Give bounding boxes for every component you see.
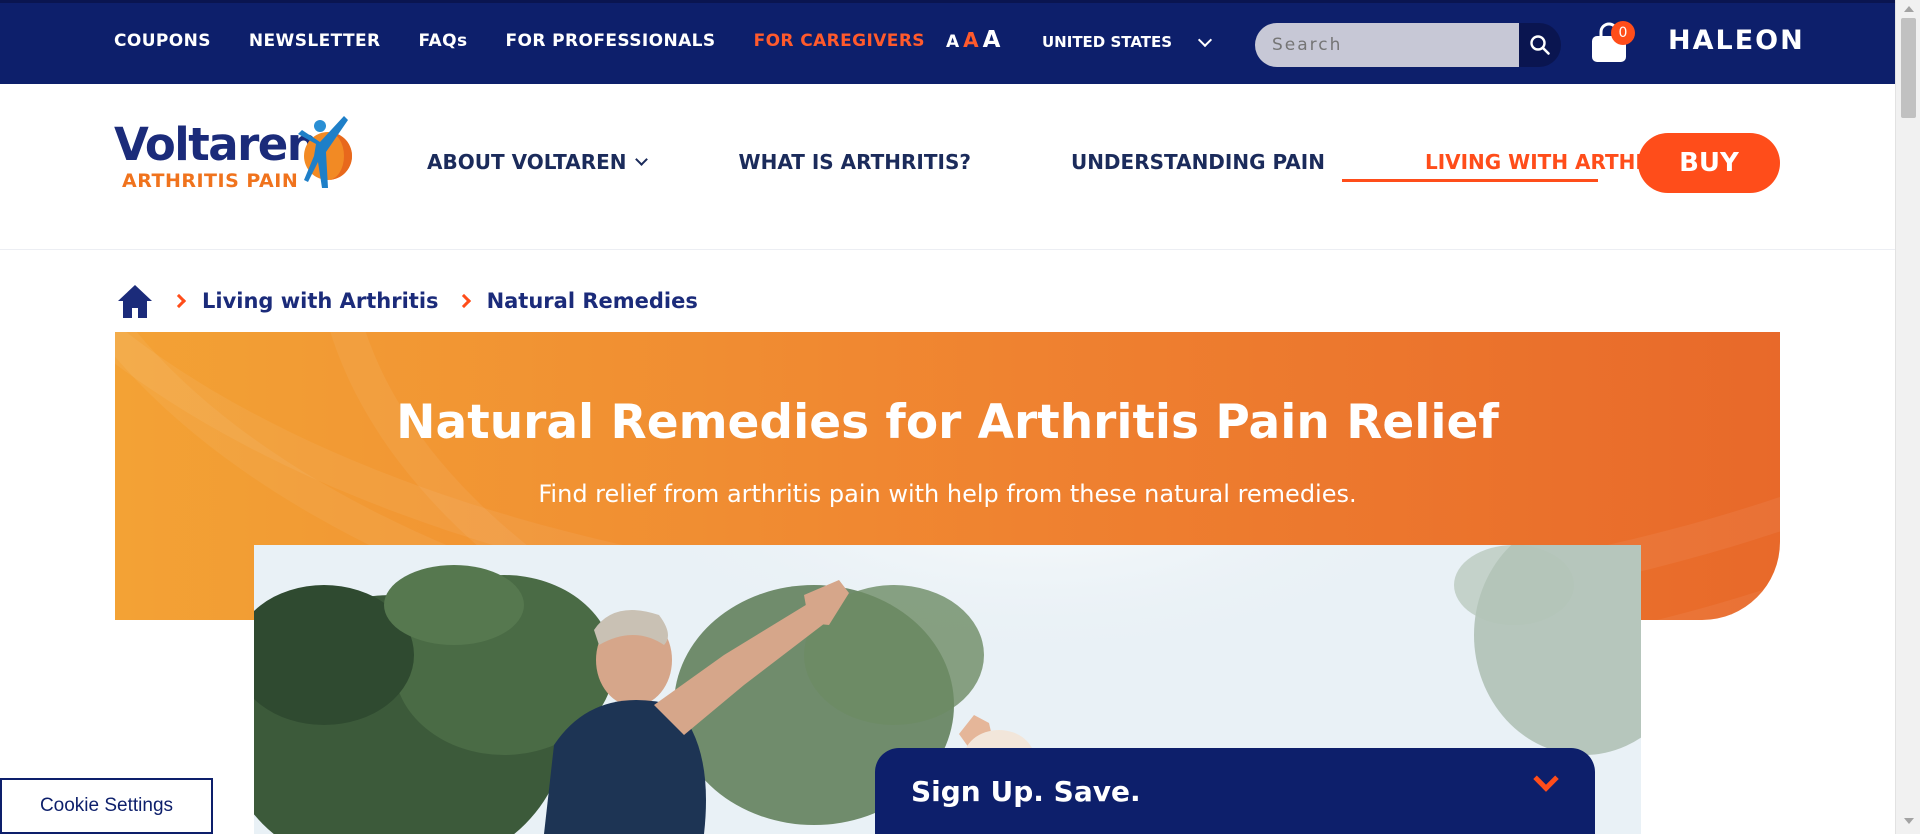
logo-subtitle: ARTHRITIS PAIN xyxy=(122,170,299,192)
search-box xyxy=(1255,23,1561,67)
breadcrumb-living-with-arthritis[interactable]: Living with Arthritis xyxy=(202,289,439,313)
nav-about-voltaren-label: ABOUT VOLTAREN xyxy=(427,150,627,174)
logo-wordmark: Voltaren xyxy=(114,118,319,171)
country-selector[interactable]: UNITED STATES xyxy=(1042,32,1213,51)
chevron-down-icon xyxy=(634,152,648,166)
nav-what-is-arthritis[interactable]: WHAT IS ARTHRITIS? xyxy=(739,150,971,174)
breadcrumb-separator-icon xyxy=(456,293,471,309)
for-professionals-link[interactable]: FOR PROFESSIONALS xyxy=(506,31,716,51)
page-title: Natural Remedies for Arthritis Pain Reli… xyxy=(396,395,1499,450)
utility-bar: COUPONS NEWSLETTER FAQs FOR PROFESSIONAL… xyxy=(0,0,1895,84)
coupons-link[interactable]: COUPONS xyxy=(114,31,211,51)
country-label: UNITED STATES xyxy=(1042,33,1173,51)
faqs-link[interactable]: FAQs xyxy=(419,31,468,51)
signup-title: Sign Up. Save. xyxy=(911,775,1141,808)
voltaren-logo[interactable]: Voltaren ARTHRITIS PAIN xyxy=(114,116,354,198)
cart-button[interactable]: 0 xyxy=(1589,19,1637,67)
nav-understanding-pain[interactable]: UNDERSTANDING PAIN xyxy=(1071,150,1325,174)
nav-about-voltaren[interactable]: ABOUT VOLTAREN xyxy=(427,150,648,174)
font-size-small[interactable]: A xyxy=(946,32,959,52)
for-caregivers-link[interactable]: FOR CAREGIVERS xyxy=(754,31,925,51)
breadcrumb-separator-icon xyxy=(171,293,187,309)
scroll-down-arrow-icon[interactable] xyxy=(1904,818,1914,824)
utility-nav: COUPONS NEWSLETTER FAQs FOR PROFESSIONAL… xyxy=(114,31,925,51)
font-size-large[interactable]: A xyxy=(983,27,1001,53)
chevron-down-icon[interactable] xyxy=(1533,766,1559,792)
search-button[interactable] xyxy=(1519,23,1561,67)
cookie-settings-button[interactable]: Cookie Settings xyxy=(0,778,213,834)
page: COUPONS NEWSLETTER FAQs FOR PROFESSIONAL… xyxy=(0,0,1920,834)
haleon-logo[interactable]: HALEON xyxy=(1668,25,1805,56)
page-scrollbar[interactable] xyxy=(1895,0,1920,834)
chevron-down-icon xyxy=(1198,32,1213,47)
breadcrumb-natural-remedies[interactable]: Natural Remedies xyxy=(487,289,698,313)
cart-count-badge: 0 xyxy=(1611,21,1635,45)
buy-button[interactable]: BUY xyxy=(1638,133,1780,193)
logo-figure-icon xyxy=(298,116,352,188)
scroll-up-arrow-icon[interactable] xyxy=(1904,6,1914,12)
search-input[interactable] xyxy=(1255,23,1520,67)
search-icon xyxy=(1530,35,1550,55)
newsletter-link[interactable]: NEWSLETTER xyxy=(249,31,381,51)
nav-understanding-pain-label: UNDERSTANDING PAIN xyxy=(1070,150,1325,174)
home-icon[interactable] xyxy=(116,283,154,319)
font-size-control: A A A xyxy=(946,27,1000,53)
main-nav: ABOUT VOLTAREN WHAT IS ARTHRITIS? UNDERS… xyxy=(427,150,1715,174)
font-size-medium[interactable]: A xyxy=(963,28,978,52)
page-subtitle: Find relief from arthritis pain with hel… xyxy=(538,480,1357,508)
breadcrumb: Living with Arthritis Natural Remedies xyxy=(116,283,698,319)
nav-what-is-arthritis-label: WHAT IS ARTHRITIS? xyxy=(738,150,971,174)
active-nav-underline xyxy=(1342,179,1598,182)
signup-panel[interactable]: Sign Up. Save. xyxy=(875,748,1595,834)
scrollbar-thumb[interactable] xyxy=(1901,18,1916,118)
